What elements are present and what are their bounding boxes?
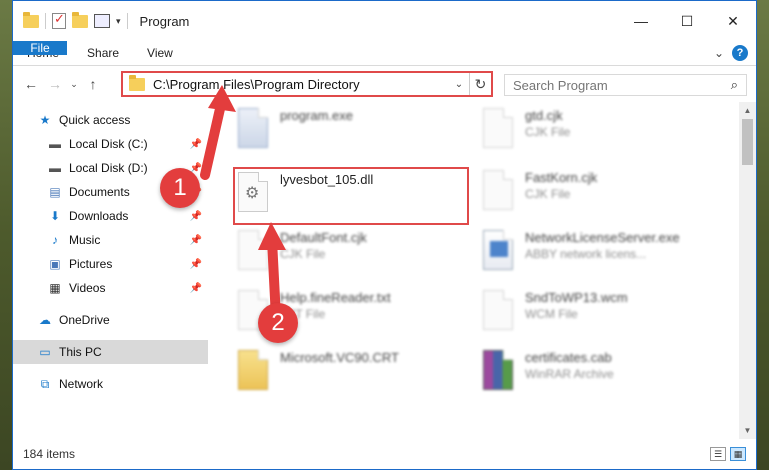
cloud-icon: ☁	[39, 313, 51, 327]
new-folder-icon[interactable]	[72, 11, 88, 28]
videos-icon: ▦	[49, 281, 61, 295]
nav-network[interactable]: ⧉ Network	[13, 372, 208, 396]
address-path[interactable]: C:\Program Files\Program Directory	[153, 77, 449, 92]
cjk-file-icon	[483, 108, 513, 148]
music-icon: ♪	[52, 233, 58, 247]
pin-icon[interactable]: 📌	[190, 283, 202, 294]
exe-file-icon	[483, 230, 513, 270]
computer-icon: ▭	[39, 345, 51, 359]
address-row: ← → ⌄ ↑ C:\Program Files\Program Directo…	[13, 66, 756, 102]
window-title: Program	[139, 13, 190, 29]
search-icon[interactable]: ⌕	[731, 77, 738, 93]
scroll-down-icon[interactable]: ▼	[739, 422, 756, 439]
file-item[interactable]: program.exe	[238, 108, 353, 148]
exe-file-icon	[238, 108, 268, 148]
nav-quick-access[interactable]: ★ Quick access	[13, 108, 208, 132]
navigation-pane: ★ Quick access ▬ Local Disk (C:) 📌 ▬ Loc…	[13, 102, 208, 439]
file-item[interactable]: Microsoft.VC90.CRT	[238, 350, 399, 390]
maximize-button[interactable]: ☐	[664, 1, 710, 41]
customize-toolbar-icon[interactable]: ▾	[116, 16, 121, 27]
file-item[interactable]: SndToWP13.wcm WCM File	[483, 290, 628, 330]
quick-access-toolbar: ▾	[23, 11, 128, 29]
archive-file-icon	[483, 350, 513, 390]
pin-icon[interactable]: 📌	[190, 235, 202, 246]
search-box[interactable]: ⌕	[504, 74, 747, 96]
nav-pictures[interactable]: ▣ Pictures 📌	[13, 252, 208, 276]
search-input[interactable]	[513, 77, 731, 93]
file-item[interactable]: gtd.cjk CJK File	[483, 108, 570, 148]
scroll-thumb[interactable]	[742, 119, 753, 165]
file-item[interactable]: FastKorn.cjk CJK File	[483, 170, 597, 210]
desktop-background-right	[757, 0, 769, 470]
step-1-badge: 1	[160, 168, 200, 208]
pictures-icon: ▣	[49, 257, 61, 271]
documents-icon: ▤	[49, 185, 61, 199]
scroll-up-icon[interactable]: ▲	[739, 102, 756, 119]
title-bar: ▾ Program — ☐ ✕	[13, 1, 756, 41]
main-area: ★ Quick access ▬ Local Disk (C:) 📌 ▬ Loc…	[13, 102, 756, 439]
desktop-background-left	[0, 0, 12, 470]
address-bar[interactable]: C:\Program Files\Program Directory ⌄ ↻	[121, 71, 493, 97]
minimize-button[interactable]: —	[618, 1, 664, 41]
nav-music[interactable]: ♪ Music 📌	[13, 228, 208, 252]
tab-file[interactable]: File	[13, 41, 67, 55]
tab-view[interactable]: View	[133, 41, 187, 65]
address-folder-icon	[129, 74, 145, 91]
pin-icon[interactable]: 📌	[190, 139, 202, 150]
wcm-file-icon	[483, 290, 513, 330]
cjk-file-icon	[238, 230, 268, 270]
details-view-icon[interactable]: ☰	[710, 447, 726, 461]
nav-local-disk-c[interactable]: ▬ Local Disk (C:) 📌	[13, 132, 208, 156]
pin-icon[interactable]: 📌	[190, 211, 202, 222]
close-button[interactable]: ✕	[710, 1, 756, 41]
nav-videos[interactable]: ▦ Videos 📌	[13, 276, 208, 300]
drive-icon: ▬	[49, 161, 61, 175]
step-2-badge: 2	[258, 303, 298, 343]
vertical-scrollbar[interactable]: ▲ ▼	[739, 102, 756, 439]
star-icon: ★	[39, 113, 51, 127]
folder-file-icon	[238, 350, 268, 390]
expand-ribbon-icon[interactable]: ⌄	[714, 46, 724, 60]
up-icon[interactable]: ↑	[81, 76, 105, 92]
properties-check-icon[interactable]	[52, 11, 66, 29]
view-options-icon[interactable]	[94, 14, 110, 28]
refresh-icon[interactable]: ↻	[469, 73, 491, 95]
network-icon: ⧉	[40, 376, 50, 391]
nav-onedrive[interactable]: ☁ OneDrive	[13, 308, 208, 332]
address-dropdown-icon[interactable]: ⌄	[449, 79, 469, 90]
file-list: program.exe lyvesbot_105.dll DefaultFont…	[208, 102, 756, 439]
help-icon[interactable]: ?	[732, 45, 748, 61]
status-bar: 184 items ☰ ▦	[13, 439, 756, 469]
file-item[interactable]: DefaultFont.cjk CJK File	[238, 230, 367, 270]
cjk-file-icon	[483, 170, 513, 210]
explorer-window: ▾ Program — ☐ ✕ File Home Share View ⌄ ?…	[12, 0, 757, 470]
download-icon: ⬇	[49, 209, 61, 223]
forward-icon[interactable]: →	[43, 76, 67, 92]
recent-locations-icon[interactable]: ⌄	[67, 79, 81, 90]
file-item[interactable]: certificates.cab WinRAR Archive	[483, 350, 614, 390]
drive-icon: ▬	[49, 137, 61, 151]
ribbon-tabs: File Home Share View ⌄ ?	[13, 41, 756, 66]
large-icons-view-icon[interactable]: ▦	[730, 447, 746, 461]
pin-icon[interactable]: 📌	[190, 259, 202, 270]
item-count: 184 items	[23, 447, 76, 461]
nav-this-pc[interactable]: ▭ This PC	[13, 340, 208, 364]
file-item[interactable]: NetworkLicenseServer.exe ABBY network li…	[483, 230, 680, 270]
tab-share[interactable]: Share	[73, 41, 133, 65]
folder-icon[interactable]	[23, 11, 39, 28]
window-controls: — ☐ ✕	[618, 1, 756, 41]
back-icon[interactable]: ←	[19, 76, 43, 92]
file-highlight-box	[233, 167, 469, 225]
